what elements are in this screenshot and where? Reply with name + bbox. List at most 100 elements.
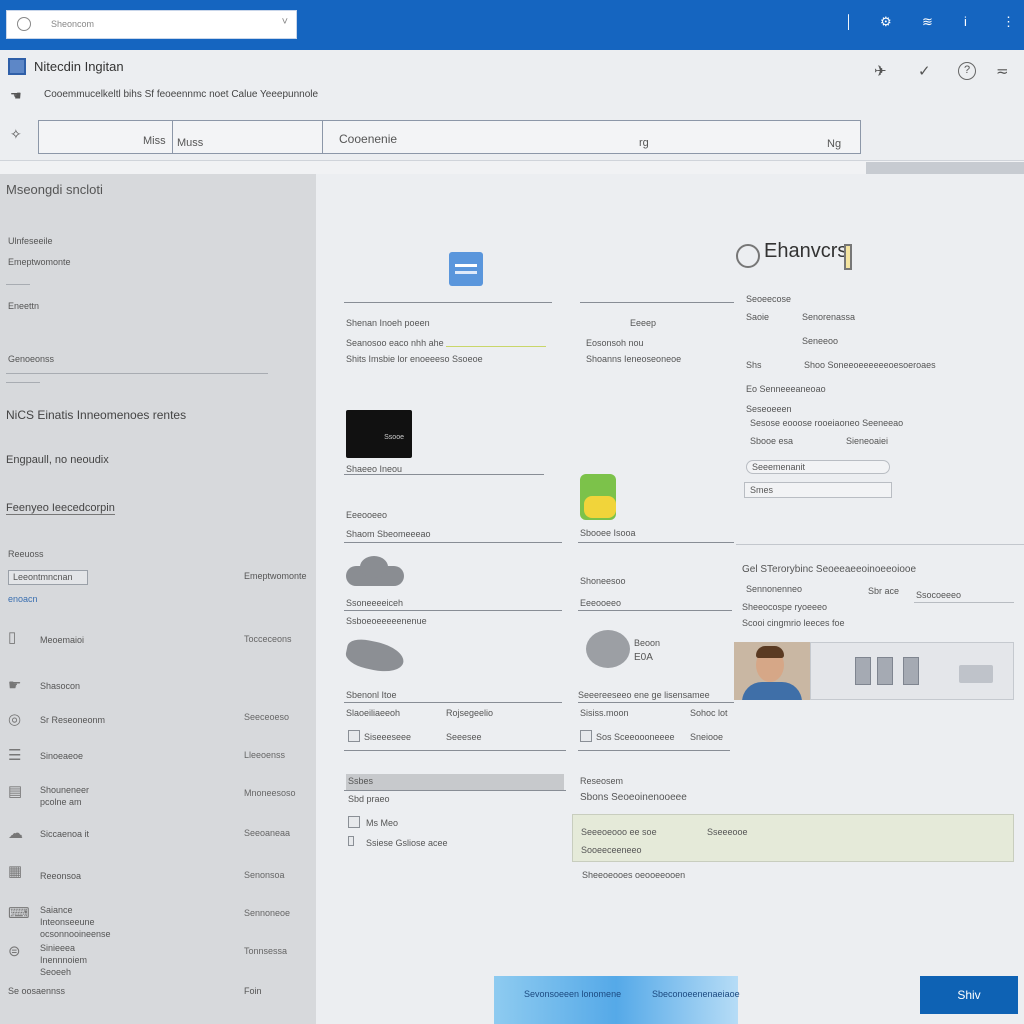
pay-label[interactable]: Shaom Sbeomeeeao [346,529,431,539]
list-icon: ☰ [8,747,22,764]
hand-icon[interactable]: ☚ [10,88,22,104]
sidebar-item-4[interactable]: Sinoeaeoe [40,750,83,762]
cloud-icon: ☁ [8,825,23,842]
col1-row1[interactable]: Shenan Inoeh poeen [346,318,430,328]
box-text-2: Sseeeooe [707,827,748,837]
sticky-6: Scooi cingmrio leeces foe [742,618,845,628]
field-a: Miss [143,135,166,147]
cloud-label: Ssoneeeeiceh [346,598,404,608]
right-sub: Sbons Seoeoinenooeee [580,792,687,803]
sidebar-title: Mseongdi sncloti [6,182,103,197]
help-icon[interactable]: ? [958,62,976,80]
sidebar-item-4-value: Lleeoenss [244,750,286,760]
save-button[interactable]: Shiv [920,976,1018,1014]
blob-label: Sbenonl Itoe [346,690,397,700]
wallet-label: Sbooee Isooa [580,528,636,538]
brand-logo-icon [736,244,760,268]
pin-icon[interactable]: ✈ [874,62,887,80]
sidebar-filter-value: Emeptwomonte [244,571,307,581]
sidebar-item-6[interactable]: Siccaenoa it [40,828,89,840]
gray-header-bar [346,774,564,790]
box-footer: Sheeoeooes oeooeeooen [582,870,686,880]
printer-icon: ▤ [8,783,23,800]
settings-icon[interactable]: ⚙ [880,14,892,30]
app-title: Nitecdin Ingitan [34,59,124,74]
row1-col3[interactable]: Sisiss.moon [580,708,629,718]
sidebar-filter-input[interactable]: Leeontmncnan [8,570,88,585]
sidebar-item-2[interactable]: Shasocon [40,680,80,692]
sticky-4: Ssocoeeeo [916,590,962,600]
cloud-label-3: Eeeooeeo [580,598,622,608]
checkbox-2-label[interactable]: Ssiese Gsliose acee [366,838,448,848]
sidebar-item-9[interactable]: Sinieeea Inennnoiem Seoeeh [40,942,120,978]
search-placeholder: Sheoncom [51,19,95,29]
row1-col1[interactable]: Slaoeiliaeeoh [346,708,400,718]
info-icon[interactable]: i [964,14,967,29]
right-text-3: Senorenassa [802,312,856,322]
footer-action-1[interactable]: Sevonsoeeen lonomene [524,989,621,999]
calendar-icon[interactable] [449,252,483,286]
breadcrumb[interactable]: Cooemmucelkeltl bihs Sf feoeennmc noet C… [44,89,318,100]
search-input[interactable]: Sheoncom ˅ [6,10,297,39]
right-text-9: Sesose eooose rooeiaoneo Seeneeao [750,418,904,428]
col2-row3[interactable]: Shoanns Ieneoseoneoe [586,354,681,364]
scrollbar-thumb[interactable] [866,162,1024,174]
checkbox-1[interactable] [348,816,360,828]
sidebar-sub-link[interactable]: enoacn [8,594,38,604]
right-text-7: Eo Senneeeaneoao [746,384,826,394]
filter-field-bar[interactable]: Miss Muss Cooenenie rg Ng [38,120,861,154]
row2-col2[interactable]: Seeesee [446,732,482,742]
more-vert-icon[interactable]: ⋮ [1002,14,1015,30]
sidebar-item-3[interactable]: Sr Reseoneonm [40,714,105,726]
sidebar-link[interactable]: Feenyeo Ieecedcorpin [6,502,115,515]
row2-checkbox[interactable] [348,730,360,742]
card-label: Ssooe [384,434,404,441]
card-caption: Shaeeo Ineou [346,464,403,474]
col1-row3[interactable]: Shits Imsbie lor enoeeeso Ssoeoe [346,354,483,364]
right-text-8: Seseoeeen [746,404,792,414]
shape-icon [343,636,407,676]
cloud-icon[interactable] [346,556,404,586]
sidebar-sub-2[interactable]: Emeptwomonte [8,257,71,267]
check-icon[interactable]: ✓ [918,62,931,80]
row2-checkbox-2[interactable] [580,730,592,742]
sidebar-item-9-value: Tonnsessa [244,946,288,956]
sidebar-item-7[interactable]: Reeonsoa [40,870,81,882]
row2-col3[interactable]: Sos Sceeoooneeee [596,732,675,742]
col2-row2[interactable]: Eosonsoh nou [586,338,644,348]
card-sub: Eeeooeeo [346,510,388,520]
avatar-circle [586,630,630,668]
right-text-12: Seeemenanit [752,462,806,472]
dropdown-chevron-icon[interactable]: ˅ [282,16,288,28]
horizontal-scrollbar[interactable] [0,160,1024,174]
right-text-2: Saoie [746,312,770,322]
checkbox-2[interactable] [348,836,354,846]
row1-col2[interactable]: Rojsegeelio [446,708,493,718]
filter-icon[interactable]: ≂ [996,62,1009,80]
footer-action-2[interactable]: Sbeconoeenenaeiaoe [652,989,740,999]
footer-action-bar[interactable]: Sevonsoeeen lonomene Sbeconoeenenaeiaoe [494,976,740,1024]
main-content: Ehanvcrs Shenan Inoeh poeen Seanosoo eac… [316,174,1024,1024]
document-icon: ▦ [8,863,23,880]
sidebar-item-1[interactable]: Meoemaioi [40,634,84,646]
sidebar-item-8[interactable]: Saiance Inteonseeune ocsonnooineense [40,904,120,940]
box-text-3: Sooeeceeneeo [581,845,642,855]
sidebar-item-5[interactable]: Shouneneer pcolne am [40,784,100,808]
sidebar-sub-1[interactable]: Ulnfeseeile [8,236,53,246]
notifications-icon[interactable]: ≋ [922,14,933,30]
globe-icon: ◎ [8,711,22,728]
row2-col4[interactable]: Sneiooe [690,732,723,742]
divider-icon: │ [845,14,854,29]
circle-text-2: E0A [634,652,653,663]
checkbox-1-label[interactable]: Ms Meo [366,818,398,828]
field-c[interactable]: Cooenenie [339,132,397,146]
row2-col1[interactable]: Siseeeseee [364,732,411,742]
col2-row1[interactable]: Eeeep [630,318,656,328]
gear-icon[interactable]: ✧ [10,126,22,143]
field-b[interactable]: Muss [177,137,203,149]
wallet-icon[interactable] [580,474,616,520]
sidebar-sub-3[interactable]: Eneettn [8,301,39,311]
row1-col4[interactable]: Sohoc lot [690,708,728,718]
col1-row2[interactable]: Seanosoo eaco nhh ahe [346,338,444,348]
right-text-5: Shs [746,360,762,370]
